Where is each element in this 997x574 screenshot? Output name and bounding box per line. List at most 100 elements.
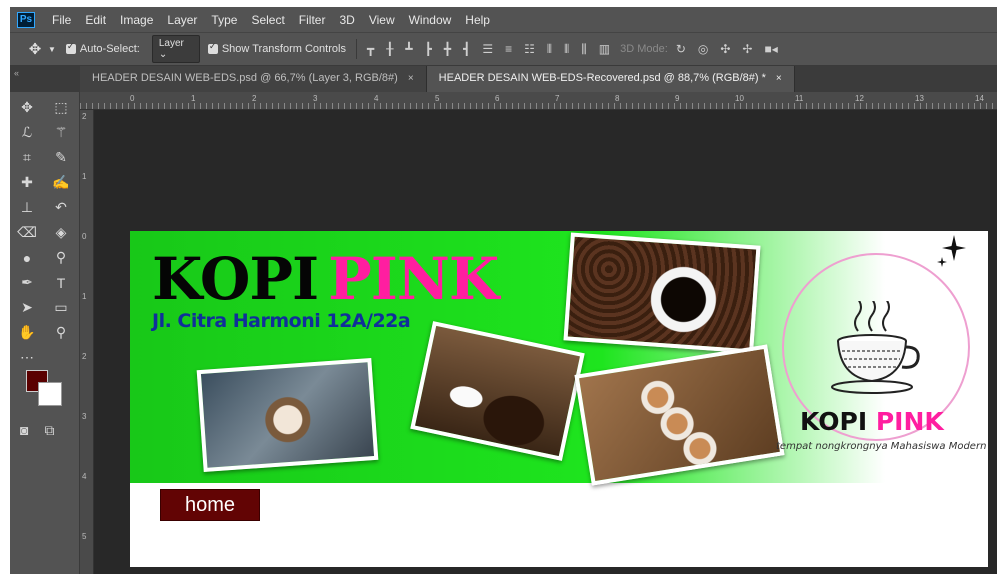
distribute-top-icon[interactable]: ☰: [482, 42, 493, 57]
type-tool-icon[interactable]: T: [44, 271, 78, 294]
align-left-icon[interactable]: ┣: [425, 42, 432, 57]
menu-bar: Ps File Edit Image Layer Type Select Fil…: [10, 7, 997, 32]
options-bar: ✥ ▼ Auto-Select: Layer ⌄ Show Transform …: [10, 32, 997, 66]
auto-select-target-dropdown[interactable]: Layer ⌄: [151, 35, 200, 63]
magic-wand-tool-icon[interactable]: ⚚: [44, 121, 78, 144]
3d-scale-icon[interactable]: ■◂: [764, 42, 777, 56]
clone-stamp-tool-icon[interactable]: ⊥: [10, 196, 44, 219]
show-transform-checkbox[interactable]: [207, 41, 218, 54]
3d-tools-group: ↻ ◎ ✣ ✢ ■◂: [676, 42, 778, 56]
photo-friends-coffee: [196, 358, 379, 472]
home-button[interactable]: home: [160, 489, 260, 521]
menu-view[interactable]: View: [362, 13, 402, 27]
marquee-tool-icon[interactable]: ⬚: [44, 96, 78, 119]
crop-tool-icon[interactable]: ⌗: [10, 146, 44, 169]
distribute-bottom-icon[interactable]: ☷: [524, 42, 535, 57]
close-icon[interactable]: ×: [408, 73, 414, 84]
zoom-tool-icon[interactable]: ⚲: [44, 321, 78, 344]
healing-brush-tool-icon[interactable]: ✚: [10, 171, 44, 194]
logo-pink: PINK: [875, 407, 944, 436]
menu-file[interactable]: File: [45, 13, 78, 27]
ruler-tick: 13: [915, 94, 924, 103]
menu-layer[interactable]: Layer: [160, 13, 204, 27]
auto-select-checkbox[interactable]: [65, 41, 76, 54]
sparkle-icon: [937, 235, 966, 267]
ruler-tick: 1: [82, 292, 87, 301]
tab-header-desain-web-eds[interactable]: HEADER DESAIN WEB-EDS.psd @ 66,7% (Layer…: [80, 66, 427, 92]
logo-title: KOPI PINK: [800, 407, 944, 436]
close-icon[interactable]: ×: [776, 73, 782, 84]
rectangle-tool-icon[interactable]: ▭: [44, 296, 78, 319]
auto-select-label: Auto-Select:: [79, 43, 140, 55]
quick-mask-icon[interactable]: ◙: [20, 422, 28, 439]
align-vcenter-icon[interactable]: ╂: [386, 42, 393, 57]
ruler-tick: 10: [735, 94, 744, 103]
ruler-tick: 1: [191, 94, 196, 103]
menu-type[interactable]: Type: [204, 13, 244, 27]
photo-black-coffee-pour: [563, 232, 761, 354]
distribute-right-icon[interactable]: ⫼: [581, 42, 587, 57]
document-tabs: « HEADER DESAIN WEB-EDS.psd @ 66,7% (Lay…: [10, 66, 997, 92]
ruler-tick: 3: [82, 412, 87, 421]
ruler-tick: 9: [675, 94, 680, 103]
hand-tool-icon[interactable]: ✋: [10, 321, 44, 344]
3d-rotate-icon[interactable]: ↻: [676, 42, 686, 56]
menu-3d[interactable]: 3D: [332, 13, 361, 27]
photo-coffee-cup-beans: [410, 321, 585, 461]
menu-image[interactable]: Image: [113, 13, 160, 27]
menu-filter[interactable]: Filter: [292, 13, 333, 27]
ruler-ticklines: [80, 103, 997, 109]
horizontal-ruler: 0 1 2 3 4 5 6 7 8 9 10 11 12 13 14: [80, 92, 997, 110]
align-right-icon[interactable]: ┫: [463, 42, 470, 57]
blur-tool-icon[interactable]: ●: [10, 246, 44, 269]
move-tool-icon[interactable]: ✥: [22, 40, 48, 58]
title-kopi: KOPI: [152, 245, 319, 313]
align-top-icon[interactable]: ┳: [367, 42, 374, 57]
menu-select[interactable]: Select: [244, 13, 291, 27]
ruler-tick: 2: [82, 112, 87, 121]
tab-label: HEADER DESAIN WEB-EDS.psd @ 66,7% (Layer…: [92, 72, 398, 84]
menu-window[interactable]: Window: [402, 13, 459, 27]
3d-mode-label: 3D Mode:: [620, 43, 668, 55]
brush-tool-icon[interactable]: ✍: [44, 171, 78, 194]
align-hcenter-icon[interactable]: ╋: [444, 42, 451, 57]
document-canvas[interactable]: KOPI PINK Jl. Citra Harmoni 12A/22a KOPI …: [130, 231, 988, 567]
path-selection-tool-icon[interactable]: ➤: [10, 296, 44, 319]
menu-edit[interactable]: Edit: [78, 13, 113, 27]
ruler-tick: 8: [615, 94, 620, 103]
auto-align-icon[interactable]: ▥: [599, 42, 610, 57]
pen-tool-icon[interactable]: ✒: [10, 271, 44, 294]
lasso-tool-icon[interactable]: ℒ: [10, 121, 44, 144]
align-bottom-icon[interactable]: ┻: [405, 42, 412, 57]
chevron-down-icon[interactable]: ▼: [48, 45, 56, 54]
dropdown-value: Layer: [158, 38, 184, 49]
tab-header-desain-web-eds-recovered[interactable]: HEADER DESAIN WEB-EDS-Recovered.psd @ 88…: [426, 66, 795, 92]
3d-pan-icon[interactable]: ✣: [720, 42, 730, 56]
ruler-tick: 4: [374, 94, 379, 103]
more-tools-icon[interactable]: ⋯: [10, 346, 44, 369]
3d-slide-icon[interactable]: ✢: [742, 42, 752, 56]
ruler-tick: 0: [130, 94, 135, 103]
vertical-ruler: 2 1 0 1 2 3 4 5: [80, 110, 94, 574]
eyedropper-tool-icon[interactable]: ✎: [44, 146, 78, 169]
ruler-tick: 5: [435, 94, 440, 103]
distribute-hcenter-icon[interactable]: ⦀: [564, 42, 569, 57]
paint-bucket-tool-icon[interactable]: ◈: [44, 221, 78, 244]
screen-mode-icon[interactable]: ⧉: [44, 422, 54, 439]
ruler-tick: 7: [555, 94, 560, 103]
banner-title: KOPI PINK: [152, 249, 499, 309]
panel-collapse-icon[interactable]: «: [10, 66, 80, 92]
eraser-tool-icon[interactable]: ⌫: [10, 221, 44, 244]
photo-latte-art: [574, 344, 785, 486]
dodge-tool-icon[interactable]: ⚲: [44, 246, 78, 269]
history-brush-tool-icon[interactable]: ↶: [44, 196, 78, 219]
ruler-tick: 11: [795, 94, 804, 103]
distribute-vcenter-icon[interactable]: ≡: [505, 42, 512, 57]
photoshop-logo[interactable]: Ps: [17, 11, 35, 28]
ruler-tick: 5: [82, 532, 87, 541]
move-tool-icon[interactable]: ✥: [10, 96, 44, 119]
menu-help[interactable]: Help: [458, 13, 497, 27]
distribute-left-icon[interactable]: ⫴: [547, 42, 552, 57]
3d-roll-icon[interactable]: ◎: [698, 42, 708, 56]
background-color-swatch[interactable]: [38, 382, 62, 406]
